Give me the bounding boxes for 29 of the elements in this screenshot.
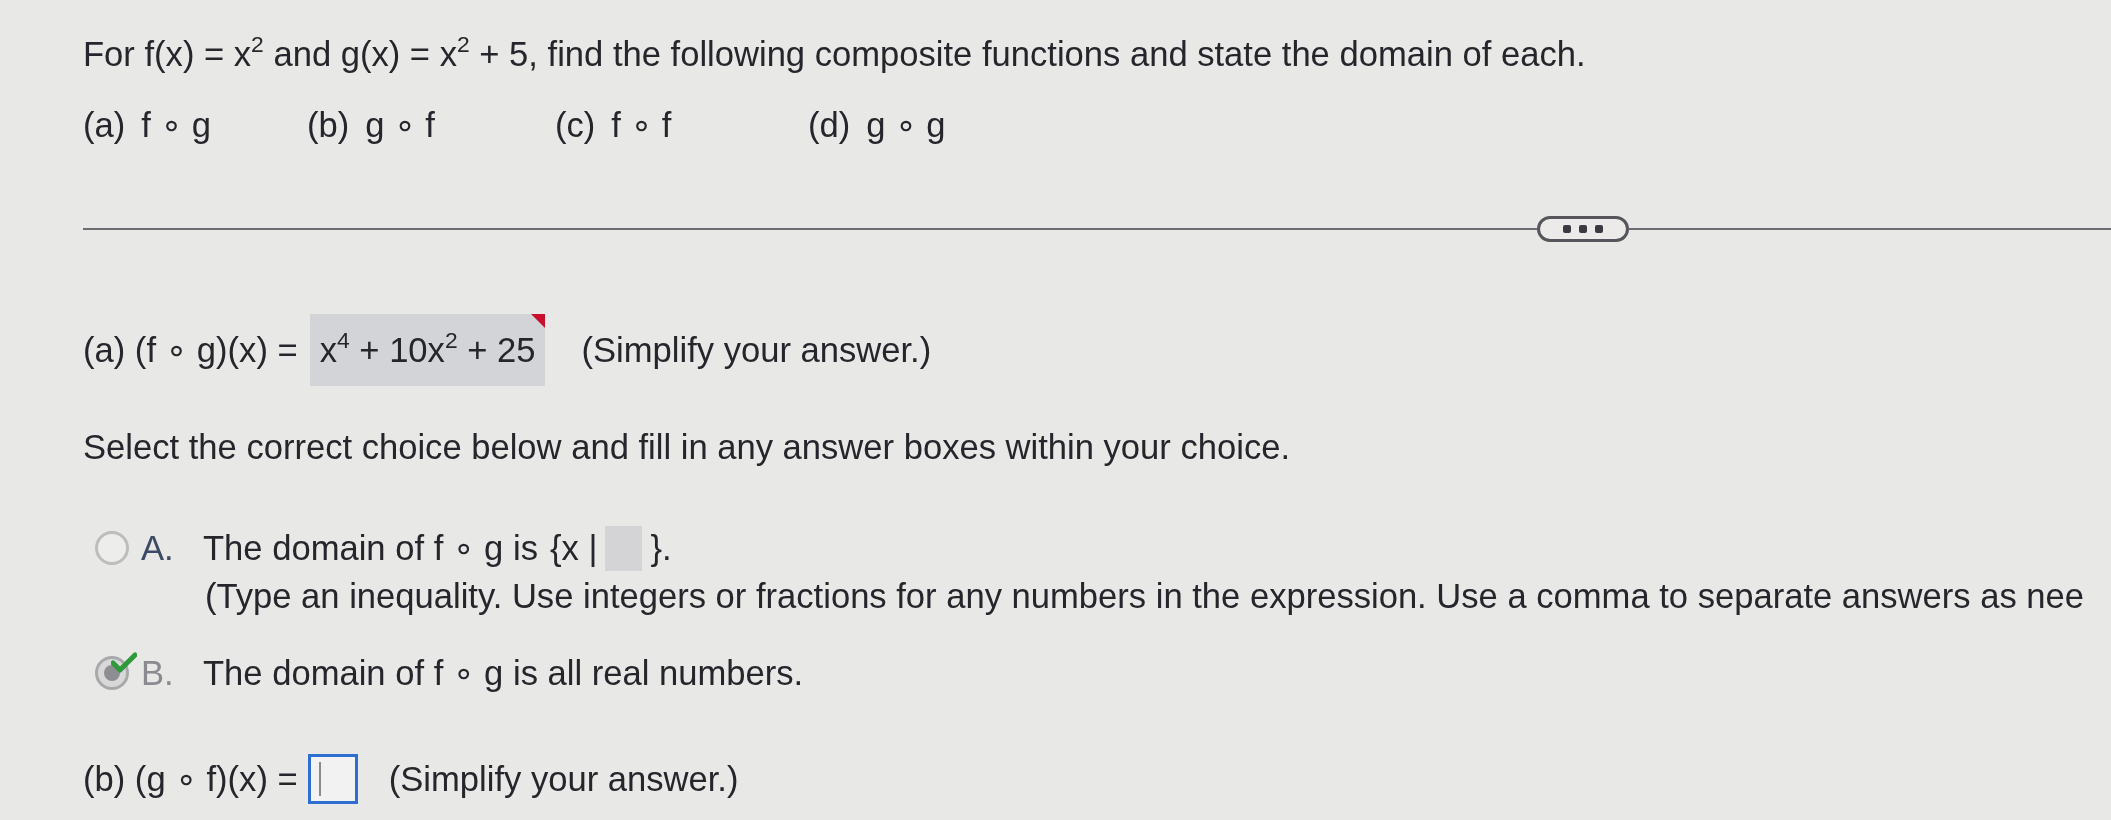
radio-button[interactable] [95, 656, 129, 690]
text-cursor-icon [318, 762, 321, 796]
ellipsis-icon [1563, 225, 1603, 233]
part-label: (b) [307, 105, 350, 145]
answer-hint: (Simplify your answer.) [581, 330, 932, 370]
part-label: (a) [83, 105, 126, 145]
answer-hint: (Simplify your answer.) [388, 759, 739, 799]
set-notation: }. [650, 528, 672, 568]
question-prompt: (a) (f ∘ g)(x) = [83, 330, 298, 370]
problem-statement: For f(x) = x$^{2}$ and g(x) = x$^{2}$ + 5, find the following composite functions and state the domain of each. [83, 35, 1586, 73]
composition-expression: f ∘ f [611, 105, 672, 145]
more-button[interactable] [1537, 216, 1629, 242]
choice-letter: B. [141, 653, 175, 693]
answer-value: x$^{4}$ + 10x$^{2}$ + 25 [319, 330, 536, 370]
choice-hint: (Type an inequality. Use integers or fractions for any numbers in the expression. Use a comma to separate answers as nee [205, 576, 2086, 616]
radio-button[interactable] [95, 531, 129, 565]
composition-expression: f ∘ g [141, 105, 211, 145]
instruction-text: Select the correct choice below and fill in any answer boxes within your choice. [83, 427, 1291, 467]
choice-text: The domain of f ∘ g is [203, 528, 538, 568]
composition-expression: g ∘ f [365, 105, 435, 145]
composition-expression: g ∘ g [866, 105, 946, 145]
choice-text: The domain of f ∘ g is all real numbers. [203, 653, 804, 693]
set-notation: {x | [549, 528, 598, 568]
part-label: (c) [555, 105, 596, 145]
answer-box[interactable] [307, 754, 358, 804]
part-label: (d) [808, 105, 851, 145]
answer-box[interactable]: x$^{4}$ + 10x$^{2}$ + 25 [309, 314, 546, 386]
choice-letter: A. [141, 528, 175, 568]
question-prompt: (b) (g ∘ f)(x) = [83, 759, 298, 799]
